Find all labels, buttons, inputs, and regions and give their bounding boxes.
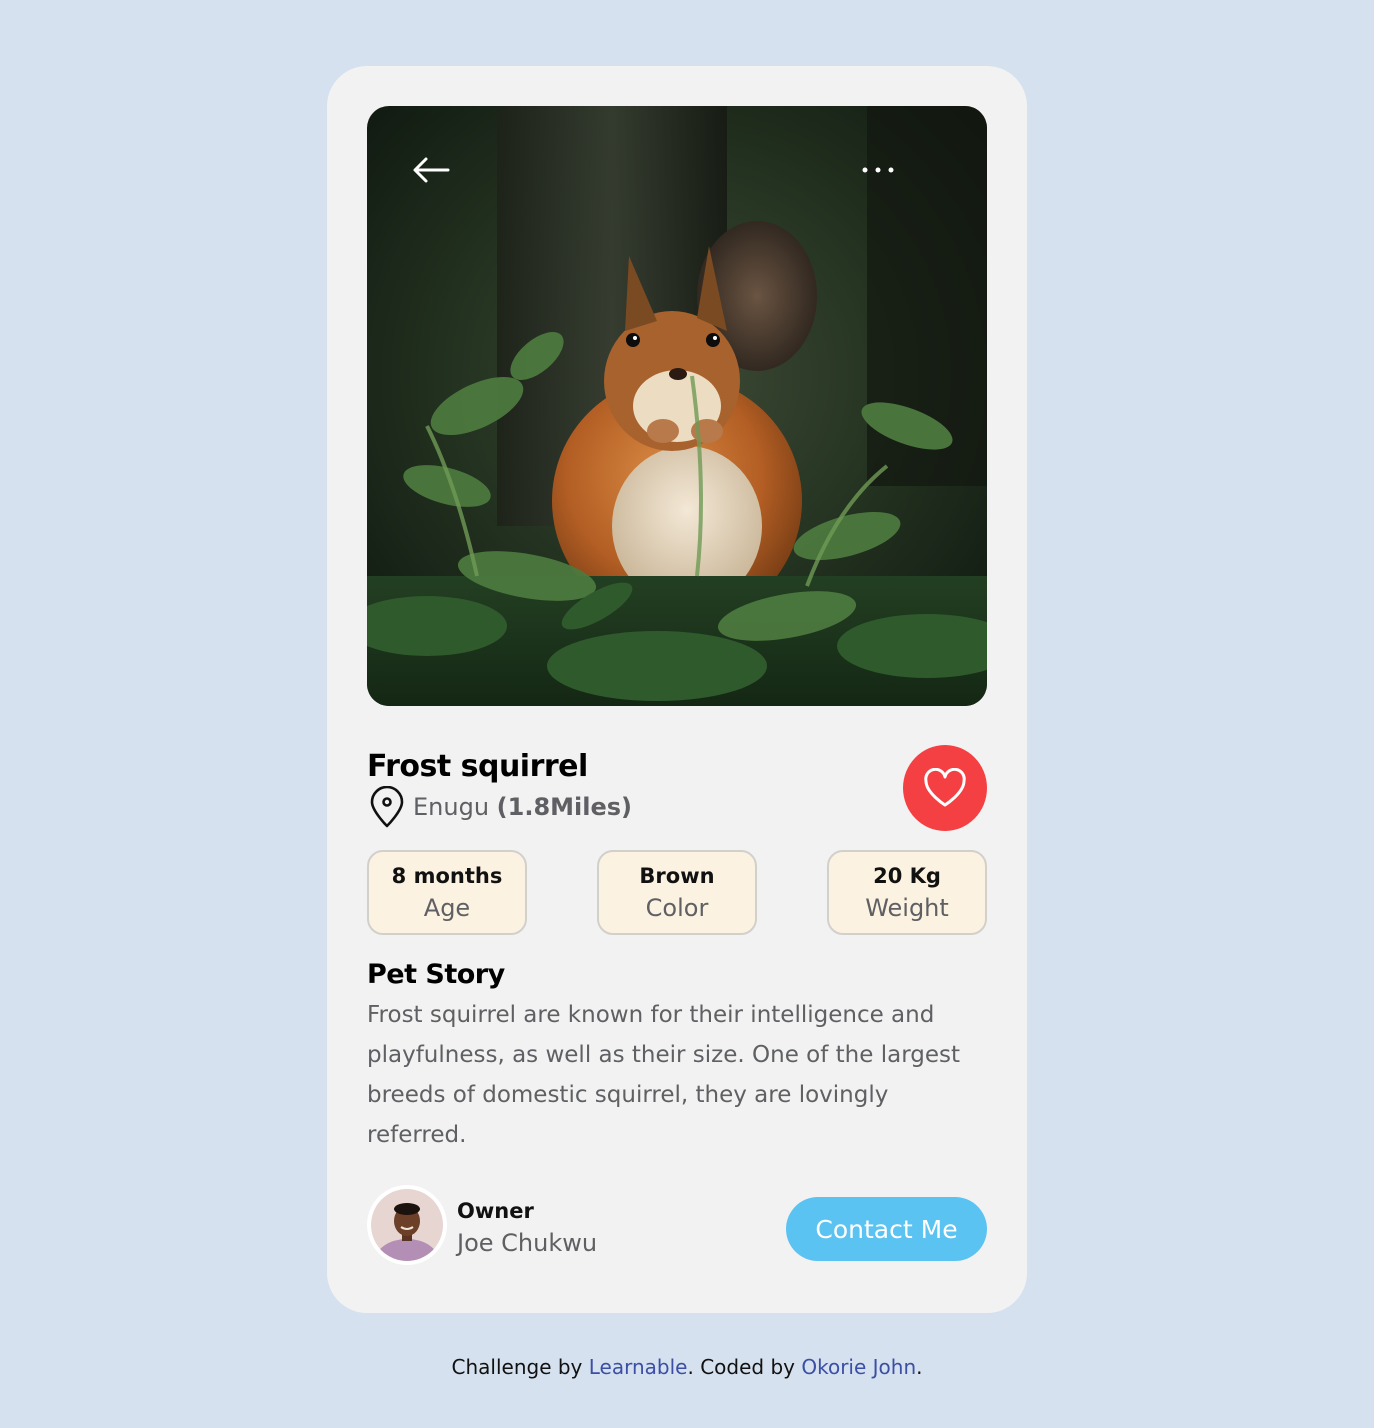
stat-weight-value: 20 Kg xyxy=(873,864,941,888)
stat-weight: 20 Kg Weight xyxy=(827,850,987,935)
stat-color-value: Brown xyxy=(639,864,715,888)
learnable-link[interactable]: Learnable xyxy=(589,1355,688,1379)
stat-age-value: 8 months xyxy=(391,864,503,888)
stat-age: 8 months Age xyxy=(367,850,527,935)
stat-color-label: Color xyxy=(645,894,709,922)
more-dots-icon xyxy=(862,167,894,173)
stat-weight-label: Weight xyxy=(865,894,949,922)
location-row: Enugu (1.8Miles) xyxy=(367,786,632,828)
squirrel-photo-image xyxy=(367,106,987,706)
more-options-button[interactable] xyxy=(857,150,897,190)
heart-icon xyxy=(924,768,966,807)
owner-avatar xyxy=(367,1185,447,1265)
pet-photo xyxy=(367,106,987,706)
footer-prefix: Challenge by xyxy=(451,1355,589,1379)
pet-name: Frost squirrel xyxy=(367,749,588,784)
location-distance: (1.8Miles) xyxy=(496,793,633,821)
favorite-button[interactable] xyxy=(903,745,987,831)
story-text: Frost squirrel are known for their intel… xyxy=(367,1002,960,1148)
location-city: Enugu xyxy=(413,793,490,821)
pet-card: Frost squirrel Enugu (1.8Miles) 8 months… xyxy=(327,66,1027,1313)
footer-suffix: . xyxy=(916,1355,923,1379)
owner-photo-image xyxy=(371,1189,443,1261)
attribution-footer: Challenge by Learnable. Coded by Okorie … xyxy=(0,1355,1374,1379)
back-button[interactable] xyxy=(411,150,451,190)
stat-color: Brown Color xyxy=(597,850,757,935)
arrow-left-icon xyxy=(413,157,450,183)
map-pin-icon xyxy=(370,786,404,828)
owner-name: Joe Chukwu xyxy=(457,1229,598,1257)
footer-middle: . Coded by xyxy=(687,1355,802,1379)
pet-name-row: Frost squirrel xyxy=(367,749,588,784)
owner-label: Owner xyxy=(457,1199,534,1223)
location-text: Enugu (1.8Miles) xyxy=(413,793,632,821)
story-title: Pet Story xyxy=(367,959,505,990)
contact-me-button[interactable]: Contact Me xyxy=(786,1197,987,1261)
author-link[interactable]: Okorie John xyxy=(801,1355,916,1379)
stat-age-label: Age xyxy=(423,894,471,922)
